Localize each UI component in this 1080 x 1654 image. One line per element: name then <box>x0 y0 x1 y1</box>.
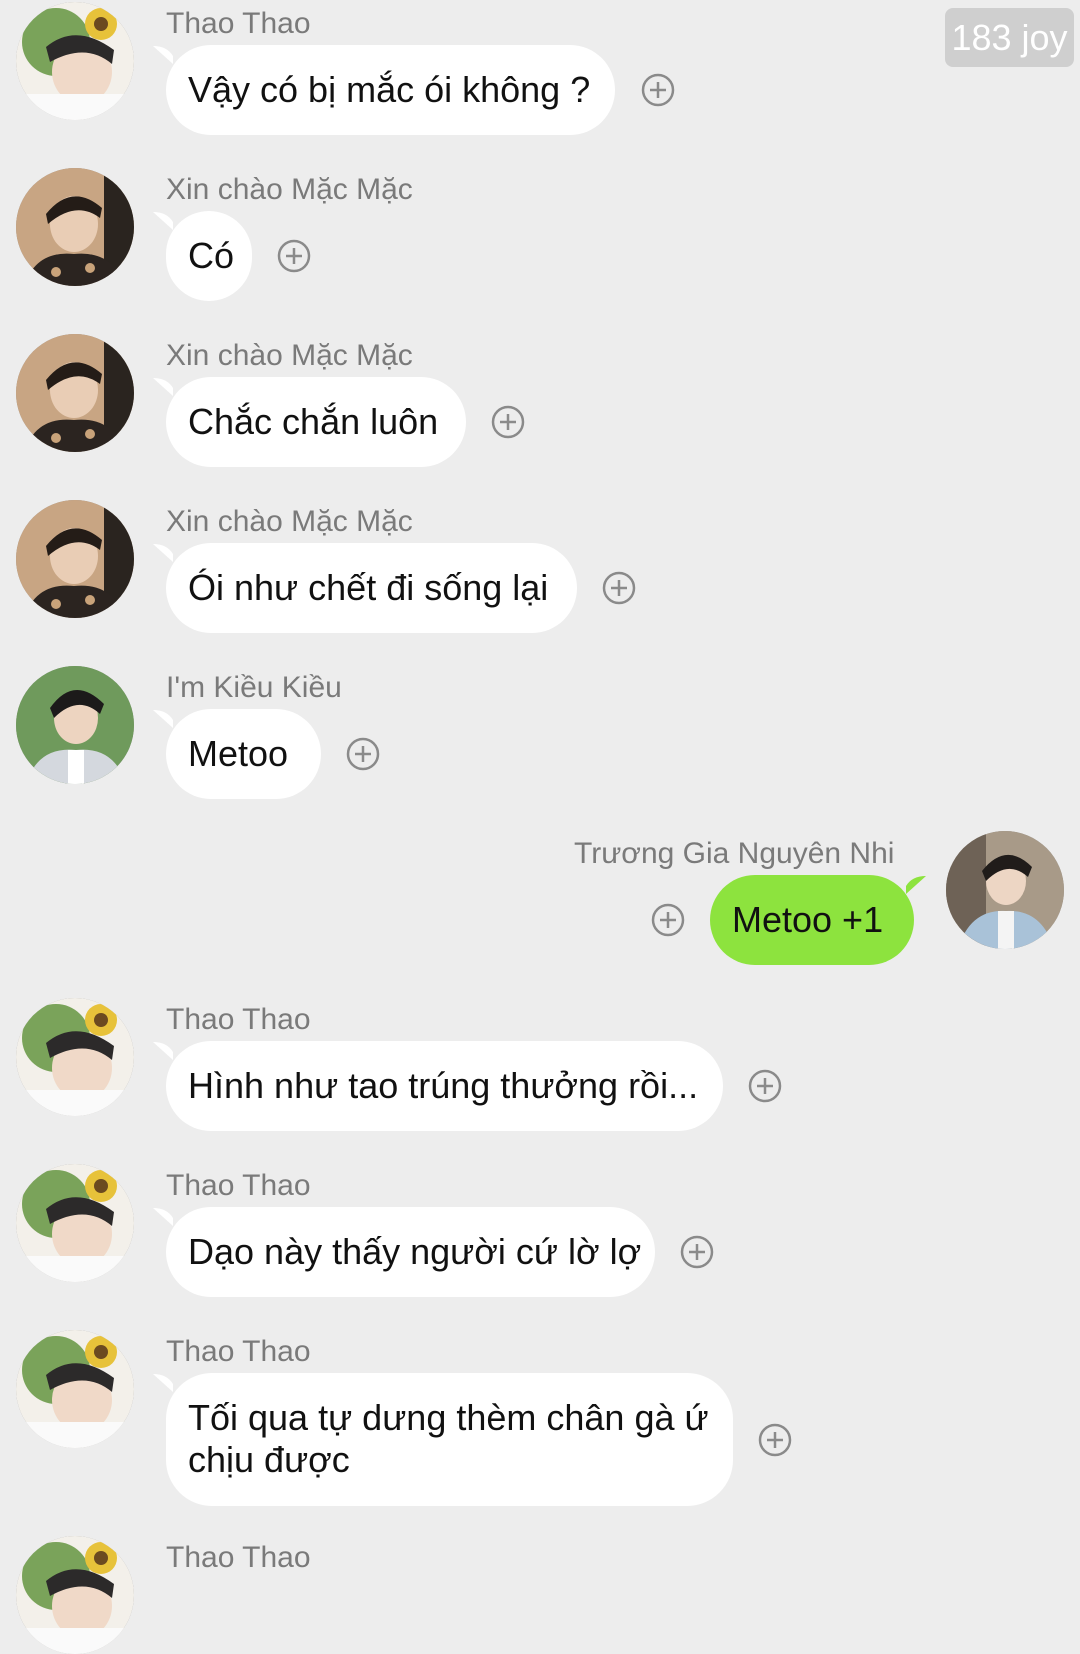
message-bubble[interactable]: Ói như chết đi sống lại <box>166 543 577 633</box>
message-bubble[interactable]: Dạo này thấy người cứ lờ lợ <box>166 1207 655 1297</box>
plus-circle-icon[interactable] <box>680 1235 714 1269</box>
message-bubble[interactable]: Chắc chắn luôn <box>166 377 466 467</box>
bubble-tail <box>153 544 173 562</box>
message-bubble[interactable]: Vậy có bị mắc ói không ? <box>166 45 615 135</box>
avatar-sunflower-icon[interactable] <box>16 998 134 1116</box>
bubble-tail <box>906 876 926 894</box>
sender-name: Xin chào Mặc Mặc <box>166 505 413 538</box>
sender-name: Thao Thao <box>166 1003 311 1036</box>
sender-name: Xin chào Mặc Mặc <box>166 339 413 372</box>
bubble-tail <box>153 1042 173 1060</box>
avatar-sunflower-icon[interactable] <box>16 2 134 120</box>
avatar-portrait-icon[interactable] <box>16 334 134 452</box>
sender-name: Thao Thao <box>166 1169 311 1202</box>
avatar-portrait-icon[interactable] <box>16 168 134 286</box>
bubble-tail <box>153 212 173 230</box>
plus-circle-icon[interactable] <box>651 903 685 937</box>
plus-circle-icon[interactable] <box>277 239 311 273</box>
message-bubble[interactable]: Có <box>166 211 252 301</box>
bubble-tail <box>153 1208 173 1226</box>
sender-name: Thao Thao <box>166 1335 311 1368</box>
plus-circle-icon[interactable] <box>346 737 380 771</box>
message-bubble[interactable]: Metoo <box>166 709 321 799</box>
joy-count-badge: 183 joy <box>945 8 1074 67</box>
avatar-sunflower-icon[interactable] <box>16 1536 134 1654</box>
avatar-sunflower-icon[interactable] <box>16 1164 134 1282</box>
plus-circle-icon[interactable] <box>491 405 525 439</box>
sender-name: Trương Gia Nguyên Nhi <box>574 837 895 870</box>
avatar-suit-icon[interactable] <box>16 666 134 784</box>
avatar-portrait-icon[interactable] <box>16 500 134 618</box>
bubble-tail <box>153 710 173 728</box>
plus-circle-icon[interactable] <box>748 1069 782 1103</box>
sender-name: Thao Thao <box>166 1541 311 1574</box>
bubble-tail <box>153 46 173 64</box>
avatar-sunflower-icon[interactable] <box>16 1330 134 1448</box>
message-bubble[interactable]: Tối qua tự dưng thèm chân gà ứ chịu được <box>166 1373 733 1506</box>
plus-circle-icon[interactable] <box>641 73 675 107</box>
sender-name: Xin chào Mặc Mặc <box>166 173 413 206</box>
chat-message-list: Thao Thao Vậy có bị mắc ói không ? Xin c… <box>0 0 1080 1654</box>
sender-name: Thao Thao <box>166 7 311 40</box>
bubble-tail <box>153 378 173 396</box>
message-bubble-own[interactable]: Metoo +1 <box>710 875 914 965</box>
sender-name: I'm Kiều Kiều <box>166 671 342 704</box>
plus-circle-icon[interactable] <box>602 571 636 605</box>
avatar-blue-suit-icon[interactable] <box>946 831 1064 949</box>
bubble-tail <box>153 1374 173 1392</box>
message-bubble[interactable]: Hình như tao trúng thưởng rồi... <box>166 1041 723 1131</box>
plus-circle-icon[interactable] <box>758 1423 792 1457</box>
